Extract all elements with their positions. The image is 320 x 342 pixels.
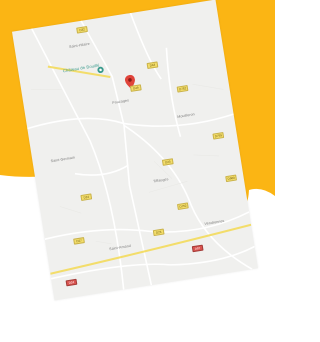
map-card[interactable]: Saint-Hilaire Château de Bouillé Pouzage… [11,0,259,301]
map-roads [27,12,255,290]
